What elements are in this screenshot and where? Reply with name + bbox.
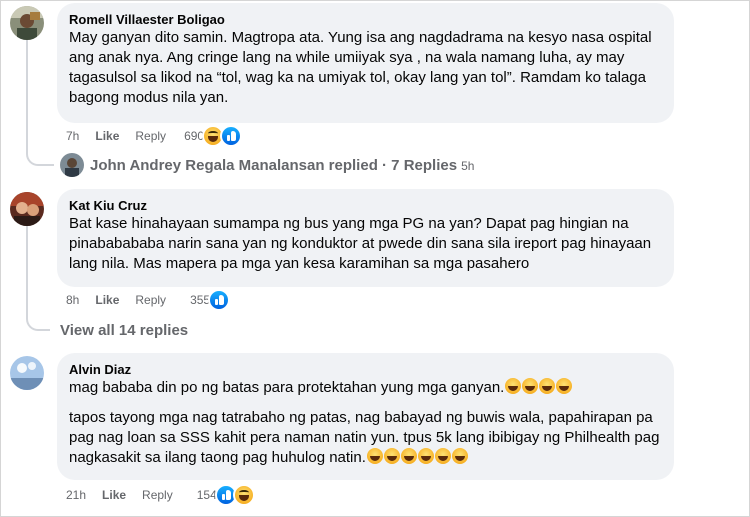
comment-bubble: Kat Kiu Cruz Bat kase hinahayaan sumampa… — [57, 189, 674, 287]
avatar[interactable] — [10, 6, 44, 40]
thread-curve-1 — [26, 140, 54, 166]
reply-age: 5h — [461, 158, 475, 173]
comment-text-part: mag bababa din po ng batas para protekta… — [69, 379, 505, 396]
comment-author[interactable]: Kat Kiu Cruz — [69, 197, 662, 214]
thread-line-1 — [26, 40, 28, 150]
rofl-emoji-icon — [434, 448, 451, 464]
reply-button[interactable]: Reply — [135, 293, 166, 307]
rofl-emoji-icon — [539, 378, 556, 394]
comment-time[interactable]: 7h — [66, 129, 79, 143]
reply-button[interactable]: Reply — [142, 488, 173, 502]
rofl-emoji-icon — [417, 448, 434, 464]
replies-summary[interactable]: John Andrey Regala Manalansan replied · … — [90, 157, 457, 174]
avatar[interactable] — [10, 192, 44, 226]
comment-text: May ganyan dito samin. Magtropa ata. Yun… — [69, 29, 656, 106]
comment-bubble: Alvin Diaz mag bababa din po ng batas pa… — [57, 353, 674, 480]
comment-text: mag bababa din po ng batas para protekta… — [69, 378, 662, 398]
rofl-emoji-icon — [505, 378, 522, 394]
reaction-count[interactable]: 154 — [197, 488, 217, 502]
comment-text: Bat kase hinahayaan sumampa ng bus yang … — [69, 215, 656, 272]
reply-avatar[interactable] — [60, 153, 84, 177]
comment-bubble: Romell Villaester Boligao May ganyan dit… — [57, 3, 674, 123]
reaction-count[interactable]: 355 — [190, 293, 210, 307]
reply-button[interactable]: Reply — [135, 129, 166, 143]
comment-time[interactable]: 8h — [66, 293, 79, 307]
comment-actions: 7h Like Reply 690 — [66, 125, 243, 147]
like-button[interactable]: Like — [95, 129, 119, 143]
view-all-replies-link[interactable]: View all 14 replies — [60, 322, 188, 339]
comment-text: tapos tayong mga nag tatrabaho ng patas,… — [69, 408, 662, 468]
comment-author[interactable]: Alvin Diaz — [69, 361, 662, 378]
rofl-emoji-icon — [522, 378, 539, 394]
like-icon — [208, 289, 231, 311]
reaction-count[interactable]: 690 — [184, 129, 204, 143]
rofl-emoji-icon — [366, 448, 383, 464]
thread-curve-2 — [26, 305, 50, 331]
rofl-emoji-icon — [556, 378, 573, 394]
rofl-emoji-icon — [383, 448, 400, 464]
haha-icon — [232, 484, 255, 506]
like-icon — [220, 125, 243, 147]
thread-line-2 — [26, 222, 28, 317]
like-button[interactable]: Like — [95, 293, 119, 307]
view-replies-link[interactable]: John Andrey Regala Manalansan replied · … — [90, 157, 474, 174]
emoji-group — [504, 378, 573, 396]
comment-actions: 21h Like Reply 154 — [66, 484, 255, 506]
comment-actions: 8h Like Reply 355 — [66, 289, 231, 311]
emoji-group — [366, 448, 468, 466]
like-button[interactable]: Like — [102, 488, 126, 502]
comment-author[interactable]: Romell Villaester Boligao — [69, 11, 662, 28]
comment-time[interactable]: 21h — [66, 488, 86, 502]
rofl-emoji-icon — [400, 448, 417, 464]
rofl-emoji-icon — [451, 448, 468, 464]
avatar[interactable] — [10, 356, 44, 390]
